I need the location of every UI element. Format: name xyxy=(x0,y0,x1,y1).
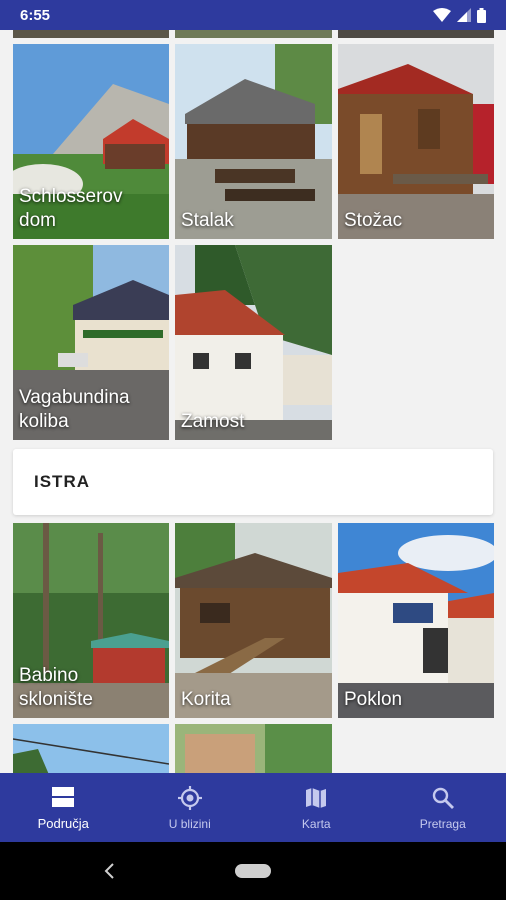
back-icon[interactable] xyxy=(100,860,120,882)
area-tile[interactable]: Stožac xyxy=(338,44,494,239)
nav-nearby[interactable]: U blizini xyxy=(127,773,254,842)
area-tile[interactable]: Schlosserov dom xyxy=(13,44,169,239)
region-title: ISTRA xyxy=(34,472,90,491)
location-icon xyxy=(177,785,202,810)
map-icon xyxy=(306,787,327,808)
nav-map[interactable]: Karta xyxy=(253,773,380,842)
area-tile-label: Zamost xyxy=(181,411,245,432)
nav-map-label: Karta xyxy=(301,816,331,831)
building-photo xyxy=(175,724,332,773)
nav-areas[interactable]: Područja xyxy=(0,773,127,842)
status-time: 6:55 xyxy=(20,6,51,24)
area-tile[interactable]: Korita xyxy=(175,523,332,718)
area-tile[interactable]: Vagabundina koliba xyxy=(13,245,169,440)
sky-photo xyxy=(13,724,169,773)
area-tile[interactable]: Poklon xyxy=(338,523,494,718)
area-tile-label: Poklon xyxy=(344,689,403,710)
area-tile[interactable]: Zamost xyxy=(175,245,332,440)
area-tile-label: Schlosserov dom xyxy=(19,186,123,231)
area-tile-label: Stožac xyxy=(344,210,403,231)
area-tile-label: Stalak xyxy=(181,210,234,231)
areas-icon xyxy=(52,787,75,807)
tile-partial[interactable] xyxy=(338,30,494,38)
region-section-header[interactable]: ISTRA xyxy=(13,449,493,515)
area-tile[interactable]: Babino sklonište xyxy=(13,523,169,718)
area-tile-partial[interactable] xyxy=(175,724,332,773)
nav-areas-label: Područja xyxy=(37,816,89,831)
battery-icon xyxy=(477,7,486,23)
wifi-icon xyxy=(433,8,451,22)
area-tile-label: Vagabundina koliba xyxy=(19,387,130,432)
signal-icon xyxy=(457,8,471,22)
tile-partial[interactable] xyxy=(13,30,169,38)
area-tile[interactable]: Stalak xyxy=(175,44,332,239)
area-tile-label: Babino sklonište xyxy=(19,665,93,710)
area-tile-label: Korita xyxy=(181,689,231,710)
home-button[interactable] xyxy=(235,864,271,878)
status-icons xyxy=(433,7,486,23)
nav-search[interactable]: Pretraga xyxy=(380,773,506,842)
nav-nearby-label: U blizini xyxy=(168,816,211,831)
area-tile-partial[interactable] xyxy=(13,724,169,773)
search-icon xyxy=(432,787,454,809)
nav-search-label: Pretraga xyxy=(419,816,466,831)
areas-list[interactable]: Schlosserov dom Stalak Stožac Vagabundin… xyxy=(0,30,506,773)
bottom-navigation: Područja U blizini Karta Pretraga xyxy=(0,773,506,842)
status-bar: 6:55 xyxy=(0,0,506,30)
tile-partial[interactable] xyxy=(175,30,332,38)
system-navigation-bar xyxy=(0,842,506,900)
